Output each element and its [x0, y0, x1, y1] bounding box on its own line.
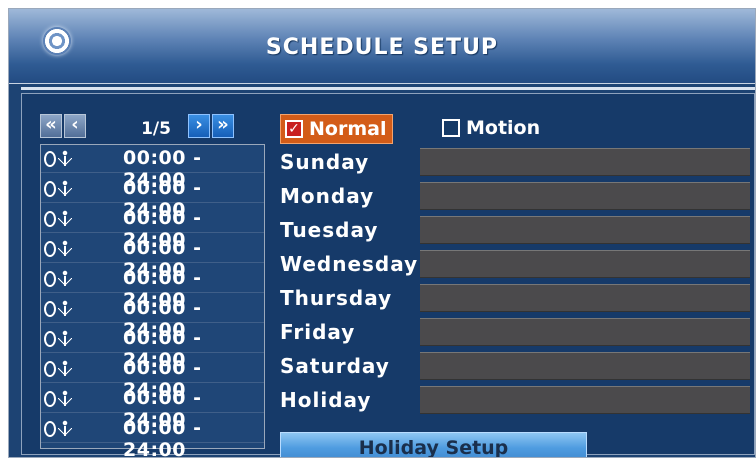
page-indicator: 1/5 — [141, 119, 171, 139]
last-page-button[interactable]: » — [212, 114, 234, 138]
row-icons — [44, 150, 78, 168]
normal-mode-label: Normal — [309, 118, 387, 140]
day-schedule-bar-wednesday[interactable] — [420, 250, 750, 278]
clock-icon — [44, 181, 56, 197]
day-label-wednesday: Wednesday — [280, 252, 419, 276]
person-icon — [58, 150, 72, 168]
person-icon — [58, 360, 72, 378]
title-divider — [21, 87, 755, 90]
row-icons — [44, 270, 78, 288]
day-schedule-bar-monday[interactable] — [420, 182, 750, 210]
window-title: SCHEDULE SETUP — [265, 35, 499, 60]
title-bar: SCHEDULE SETUP — [9, 9, 755, 84]
checkmark-icon: ✓ — [285, 120, 303, 138]
time-row[interactable]: 00:00 - 24:00 — [41, 385, 264, 431]
person-icon — [58, 330, 72, 348]
person-icon — [58, 390, 72, 408]
day-schedule-bar-tuesday[interactable] — [420, 216, 750, 244]
day-label-thursday: Thursday — [280, 286, 393, 310]
time-row[interactable]: 00:00 - 24:00 — [41, 265, 264, 311]
day-label-friday: Friday — [280, 320, 356, 344]
row-icons — [44, 330, 78, 348]
time-range-text: 00:00 - 24:00 — [123, 417, 202, 458]
day-schedule-bar-holiday[interactable] — [420, 386, 750, 414]
time-row[interactable]: 00:00 - 24:00 — [41, 145, 264, 191]
normal-mode-checkbox[interactable]: ✓ Normal — [280, 114, 394, 144]
unchecked-box-icon — [442, 119, 460, 137]
first-page-button[interactable]: « — [40, 114, 62, 138]
time-row[interactable]: 00:00 - 24:00 — [41, 235, 264, 281]
day-label-holiday: Holiday — [280, 388, 372, 412]
time-row[interactable]: 00:00 - 24:00 — [41, 175, 264, 221]
person-icon — [58, 420, 72, 438]
person-icon — [58, 240, 72, 258]
person-icon — [58, 210, 72, 228]
day-label-sunday: Sunday — [280, 150, 370, 174]
person-icon — [58, 180, 72, 198]
day-label-monday: Monday — [280, 184, 375, 208]
clock-icon — [44, 151, 56, 167]
time-row[interactable]: 00:00 - 24:00 — [41, 295, 264, 341]
time-row[interactable]: 00:00 - 24:00 — [41, 415, 264, 457]
clock-icon — [44, 271, 56, 287]
day-label-saturday: Saturday — [280, 354, 390, 378]
person-icon — [58, 300, 72, 318]
holiday-setup-button[interactable]: Holiday Setup — [280, 432, 587, 457]
clock-icon — [44, 241, 56, 257]
time-row[interactable]: 00:00 - 24:00 — [41, 205, 264, 251]
motion-mode-label: Motion — [466, 117, 541, 139]
clock-icon — [44, 361, 56, 377]
clock-icon — [44, 211, 56, 227]
motion-mode-checkbox[interactable]: Motion — [442, 114, 540, 142]
clock-icon — [44, 301, 56, 317]
day-schedule-bar-sunday[interactable] — [420, 148, 750, 176]
schedule-panel: « ‹ 1/5 › » ✓ Normal Motion 00:00 - 24:0… — [21, 93, 755, 457]
time-row[interactable]: 00:00 - 24:00 — [41, 355, 264, 401]
row-icons — [44, 210, 78, 228]
schedule-setup-window: SCHEDULE SETUP « ‹ 1/5 › » ✓ Normal Moti… — [8, 8, 756, 458]
row-icons — [44, 180, 78, 198]
clock-icon — [44, 331, 56, 347]
day-schedule-bar-friday[interactable] — [420, 318, 750, 346]
time-range-list: 00:00 - 24:00 00:00 - 24:00 00:00 - 24:0… — [40, 144, 265, 457]
clock-icon — [44, 391, 56, 407]
previous-page-button[interactable]: ‹ — [64, 114, 86, 138]
time-row[interactable]: 00:00 - 24:00 — [41, 325, 264, 371]
row-icons — [44, 300, 78, 318]
row-icons — [44, 240, 78, 258]
day-schedule-bar-saturday[interactable] — [420, 352, 750, 380]
row-icons — [44, 390, 78, 408]
clock-icon — [44, 421, 56, 437]
day-label-tuesday: Tuesday — [280, 218, 379, 242]
person-icon — [58, 270, 72, 288]
day-schedule-bar-thursday[interactable] — [420, 284, 750, 312]
row-icons — [44, 360, 78, 378]
next-page-button[interactable]: › — [188, 114, 210, 138]
row-icons — [44, 420, 78, 438]
